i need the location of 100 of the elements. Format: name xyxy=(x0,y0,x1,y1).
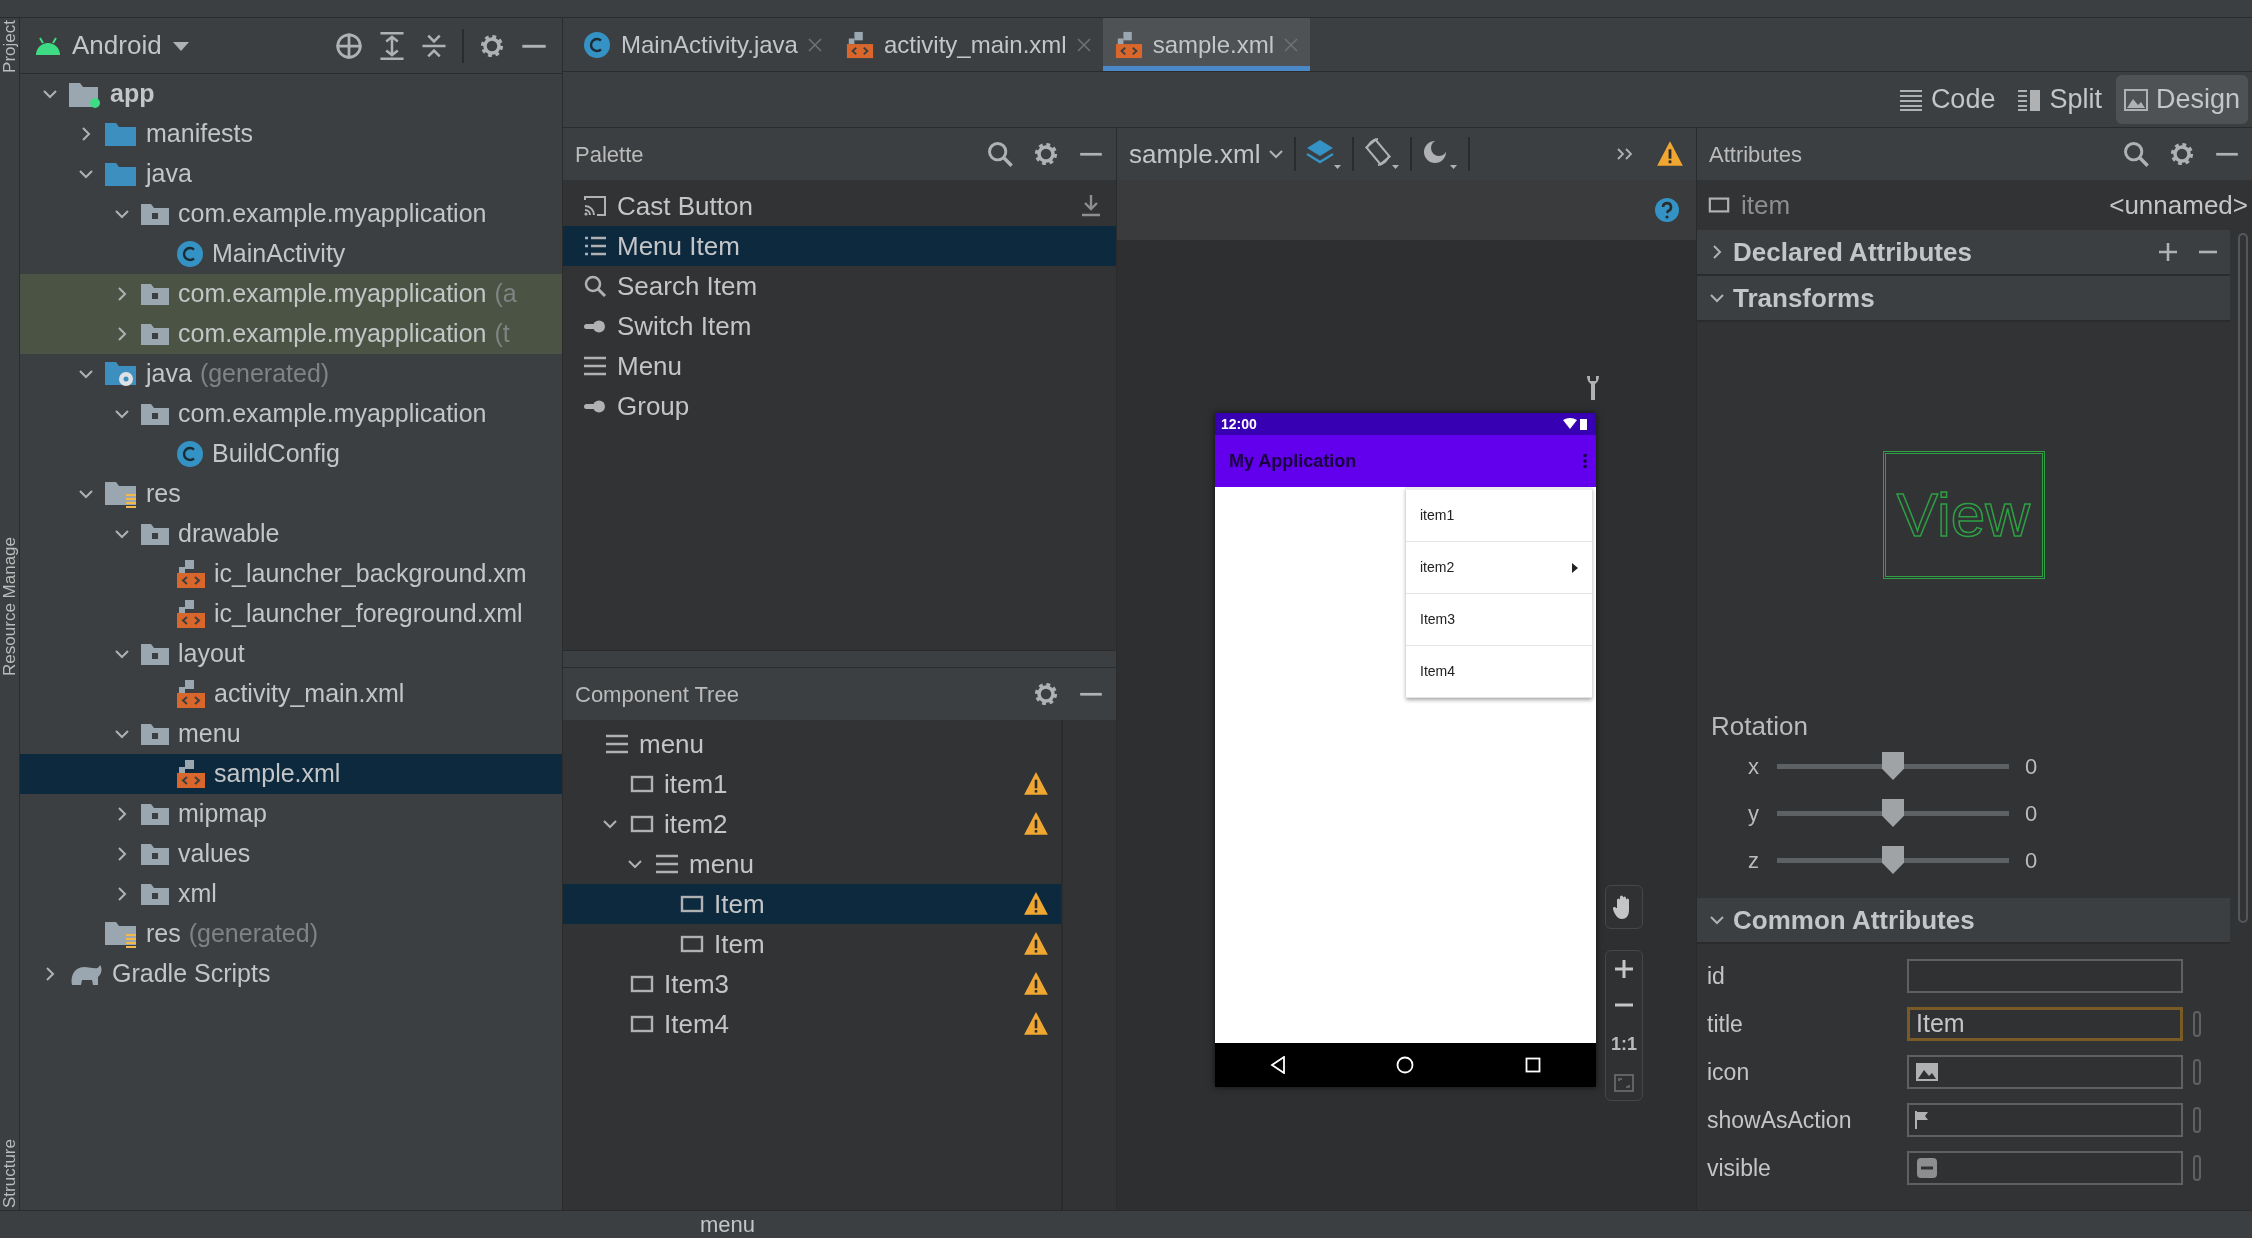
search-icon[interactable] xyxy=(986,140,1014,168)
attribute-field[interactable]: Item xyxy=(1907,1007,2183,1041)
more-options-icon[interactable] xyxy=(1582,453,1588,469)
component-tree-item[interactable]: Item3 xyxy=(563,964,1061,1004)
component-tree-item[interactable]: menu xyxy=(563,844,1061,884)
folder-icon xyxy=(140,721,170,747)
section-header[interactable]: Declared Attributes xyxy=(1697,230,2230,276)
tree-item[interactable]: ic_launcher_foreground.xml xyxy=(20,594,562,634)
palette-item[interactable]: Menu xyxy=(563,346,1116,386)
editor-tab[interactable]: sample.xml xyxy=(1102,18,1311,71)
search-icon[interactable] xyxy=(2122,140,2150,168)
side-tab[interactable]: Structure xyxy=(0,1139,19,1208)
tree-item[interactable]: ic_launcher_background.xm xyxy=(20,554,562,594)
palette-item[interactable]: Switch Item xyxy=(563,306,1116,346)
slider-thumb[interactable] xyxy=(1882,752,1904,780)
download-icon[interactable] xyxy=(1080,194,1102,218)
menu-icon xyxy=(655,852,679,876)
tree-item[interactable]: res xyxy=(20,474,562,514)
view-preview: View xyxy=(1882,450,2045,579)
editor-tab[interactable]: activity_main.xml xyxy=(833,18,1103,71)
menu-item[interactable]: item1 xyxy=(1406,490,1592,542)
palette-item[interactable]: Menu Item xyxy=(563,226,1116,266)
tree-item[interactable]: activity_main.xml xyxy=(20,674,562,714)
folder-icon xyxy=(140,881,170,907)
wrench-icon[interactable] xyxy=(1585,374,1601,402)
palette-item-label: Group xyxy=(617,389,691,423)
attribute-field[interactable] xyxy=(1907,1151,2183,1185)
tree-item[interactable]: com.example.myapplication xyxy=(20,194,562,234)
tree-item[interactable]: mipmap xyxy=(20,794,562,834)
palette-item-label: Switch Item xyxy=(617,309,753,343)
slider-thumb[interactable] xyxy=(1882,846,1904,874)
overflow-chevrons-icon[interactable] xyxy=(1616,147,1634,161)
component-tree-item[interactable]: Item4 xyxy=(563,1004,1061,1044)
rotation-label: Rotation xyxy=(1710,710,1809,743)
palette-item[interactable]: Cast Button xyxy=(563,186,1116,226)
list-icon xyxy=(583,234,607,258)
file-dropdown[interactable]: sample.xml xyxy=(1129,134,1285,174)
menu-item[interactable]: Item4 xyxy=(1406,646,1592,698)
tree-item[interactable]: manifests xyxy=(20,114,562,154)
slider-thumb[interactable] xyxy=(1882,799,1904,827)
menu-item[interactable]: Item3 xyxy=(1406,594,1592,646)
tree-item[interactable]: drawable xyxy=(20,514,562,554)
attribute-field[interactable] xyxy=(1907,959,2183,993)
side-tab[interactable]: Project xyxy=(0,20,19,73)
tree-item[interactable]: java (generated) xyxy=(20,354,562,394)
panel-title: Attributes xyxy=(1709,140,1803,169)
app-title: My Application xyxy=(1229,449,1357,473)
attribute-field[interactable] xyxy=(1907,1103,2183,1137)
locate-icon[interactable] xyxy=(334,30,364,61)
tree-item[interactable]: sample.xml xyxy=(20,754,562,794)
component-tree-item[interactable]: item1 xyxy=(563,764,1061,804)
layers-icon[interactable] xyxy=(1306,137,1343,171)
editor-tab[interactable]: MainActivity.java xyxy=(571,18,834,71)
help-icon[interactable] xyxy=(1654,197,1680,223)
settings-icon[interactable] xyxy=(1032,680,1060,708)
tree-item[interactable]: BuildConfig xyxy=(20,434,562,474)
home-icon[interactable] xyxy=(1396,1056,1415,1074)
panel-title: Component Tree xyxy=(575,680,740,709)
tree-item[interactable]: app xyxy=(20,74,562,114)
tree-item[interactable]: MainActivity xyxy=(20,234,562,274)
component-label: Item xyxy=(714,887,766,921)
component-tree-item[interactable]: item2 xyxy=(563,804,1061,844)
tree-item[interactable]: com.example.myapplication (a xyxy=(20,274,562,314)
view-mode-tab[interactable]: Split xyxy=(2009,75,2110,124)
settings-icon[interactable] xyxy=(1032,140,1060,168)
tree-item[interactable]: values xyxy=(20,834,562,874)
component-tree-item[interactable]: Item xyxy=(563,884,1061,924)
side-tab[interactable]: Resource Manage xyxy=(0,536,19,676)
class-icon xyxy=(176,240,204,268)
component-tree-item[interactable]: menu xyxy=(563,724,1061,764)
view-dropdown[interactable]: Android xyxy=(34,26,190,65)
tree-item[interactable]: layout xyxy=(20,634,562,674)
view-mode-tab[interactable]: Code xyxy=(1890,75,2004,124)
view-mode-tab[interactable]: Design xyxy=(2115,75,2248,124)
menu-item[interactable]: item2 xyxy=(1406,542,1592,594)
section-header[interactable]: Common Attributes xyxy=(1697,898,2230,944)
tree-item[interactable]: xml xyxy=(20,874,562,914)
attribute-field[interactable] xyxy=(1907,1055,2183,1089)
section-header[interactable]: Transforms xyxy=(1697,276,2230,322)
tree-item[interactable]: com.example.myapplication xyxy=(20,394,562,434)
back-icon[interactable] xyxy=(1270,1056,1287,1074)
settings-icon[interactable] xyxy=(2168,140,2196,168)
tree-item[interactable]: menu xyxy=(20,714,562,754)
axis-label: y xyxy=(1747,799,1760,828)
folder-icon xyxy=(140,401,170,427)
rotate-device-icon[interactable] xyxy=(1364,137,1401,171)
add-icon[interactable] xyxy=(2158,242,2178,262)
overview-icon[interactable] xyxy=(1524,1057,1541,1073)
breadcrumb[interactable]: menu xyxy=(700,1212,756,1237)
palette-item[interactable]: Group xyxy=(563,386,1116,426)
palette-item[interactable]: Search Item xyxy=(563,266,1116,306)
tree-item[interactable]: java xyxy=(20,154,562,194)
tree-item[interactable]: Gradle Scripts xyxy=(20,954,562,994)
tree-item[interactable]: com.example.myapplication (t xyxy=(20,314,562,354)
scrollbar[interactable] xyxy=(2238,233,2248,923)
expand-all-icon[interactable] xyxy=(378,30,406,61)
palette-item-label: Menu Item xyxy=(617,229,741,263)
tree-item-note: (generated) xyxy=(188,918,318,950)
tree-item[interactable]: res (generated) xyxy=(20,914,562,954)
component-tree-item[interactable]: Item xyxy=(563,924,1061,964)
